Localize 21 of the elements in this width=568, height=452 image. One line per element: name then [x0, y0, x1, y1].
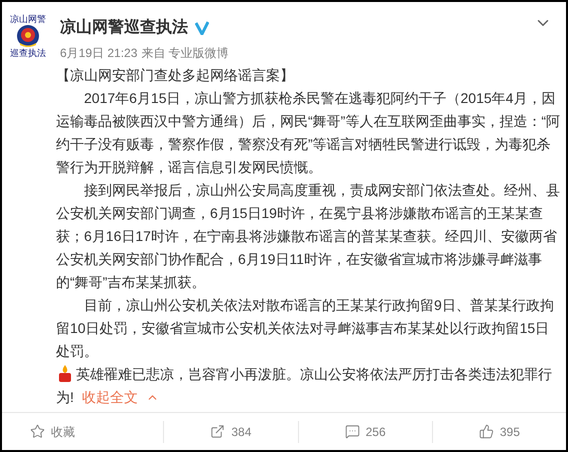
- post-source: 来自 专业版微博: [141, 45, 229, 62]
- comment-action-button[interactable]: 256: [344, 422, 386, 440]
- post-paragraph: 英雄罹难已悲凉，岂容宵小再泼脏。凉山公安将依法严厉打击各类违法犯罪行为! 收起全文: [56, 363, 560, 409]
- post-title: 【凉山网安部门查处多起网络谣言案】: [56, 66, 295, 85]
- thumbs-up-icon: [478, 424, 494, 439]
- author-name[interactable]: 凉山网警巡查执法: [60, 18, 188, 38]
- collapse-link[interactable]: 收起全文: [82, 386, 159, 409]
- avatar-caption: 巡查执法: [10, 48, 46, 58]
- comment-icon: [344, 424, 360, 439]
- candle-icon: [56, 364, 74, 382]
- favorite-action-button[interactable]: 收藏: [30, 422, 75, 440]
- post-paragraph: 目前，凉山州公安机关依法对散布谣言的王某某行政拘留9日、普某某行政拘留10日处罚，安徽省宣城市公安机关依法对寻衅滋事吉布某某处以行政拘留15日处罚。: [56, 296, 555, 361]
- post-paragraph: 2017年6月15日，凉山警方抓获枪杀民警在逃毒犯阿约干子（2015年4月，因运输毒品被陕西汉中警方通缉）后，网民“舞哥”等人在互联网歪曲事实，捏造：“阿约干子没有贩毒，警察作假，警察没有死”等谣言对牺牲民警进行诋毁，为毒犯杀警行为开脱辩解，谣言信息引发网民愤慨。: [56, 89, 560, 177]
- like-action-button[interactable]: 395: [478, 422, 520, 440]
- star-icon: [30, 424, 45, 439]
- post-time[interactable]: 6月19日 21:23: [60, 44, 138, 62]
- avatar-caption: 凉山网警: [10, 14, 46, 24]
- police-badge-icon: [16, 24, 40, 48]
- post-paragraph: 接到网民举报后，凉山州公安局高度重视，责成网安部门依法查处。经州、县公安机关网安部门调查，6月15日19时许，在冕宁县将涉嫌散布谣言的王某某查获；6月16日17时许，在宁南县将涉嫌散布谣言的普某某查获。经四川、安徽两省公安机关网安部门协作配合，6月19日11时许，在安徽省宣城市将涉嫌寻衅滋事的“舞哥”吉布某某抓获。: [56, 181, 560, 292]
- share-icon: [210, 424, 226, 439]
- share-action-button[interactable]: 384: [210, 422, 252, 440]
